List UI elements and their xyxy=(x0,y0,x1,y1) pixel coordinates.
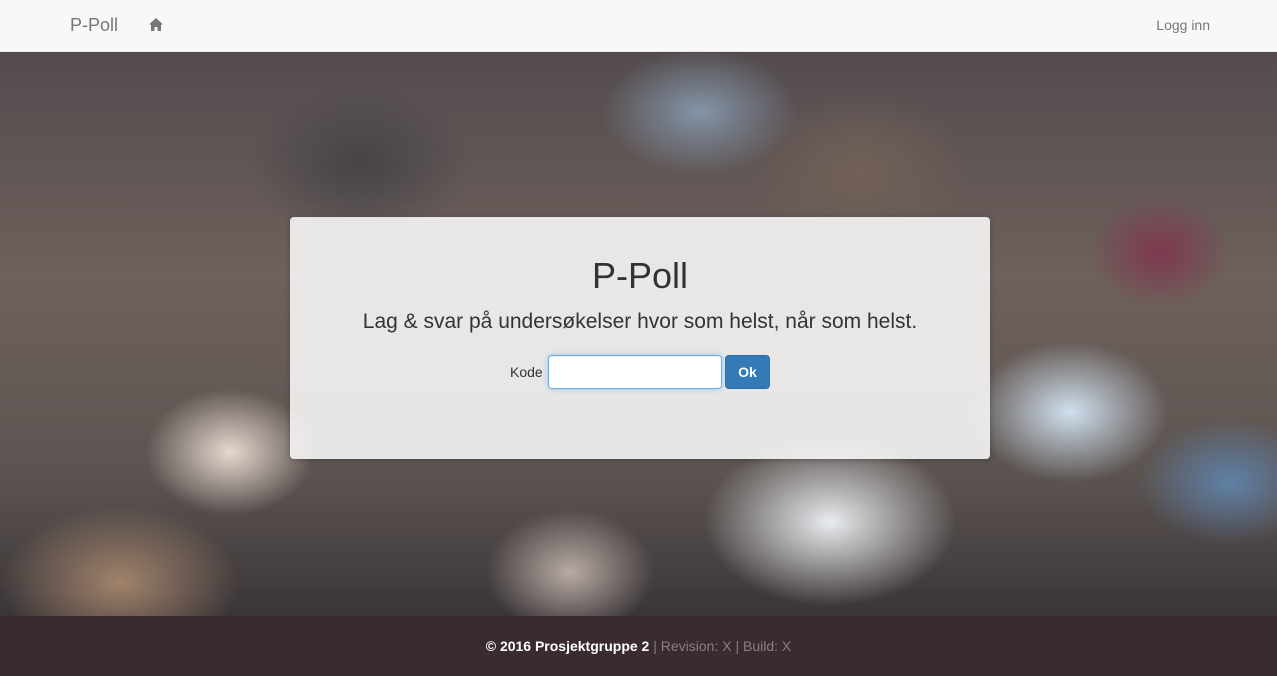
footer-separator: | xyxy=(653,638,657,654)
login-link[interactable]: Logg inn xyxy=(1156,17,1210,33)
top-navbar: P-Poll Logg inn xyxy=(0,0,1277,52)
home-icon xyxy=(149,18,163,31)
ok-button[interactable]: Ok xyxy=(725,355,770,389)
footer-separator: | xyxy=(735,638,740,654)
code-input[interactable] xyxy=(548,355,722,389)
footer-copyright: © 2016 Prosjektgruppe 2 xyxy=(485,638,650,654)
code-label: Kode xyxy=(510,364,543,380)
footer: © 2016 Prosjektgruppe 2 | Revision: X | … xyxy=(0,616,1277,676)
footer-revision: Revision: X xyxy=(660,638,732,654)
join-poll-panel: P-Poll Lag & svar på undersøkelser hvor … xyxy=(290,217,990,459)
footer-build: Build: X xyxy=(743,638,792,654)
brand-link[interactable]: P-Poll xyxy=(70,15,118,36)
tagline: Lag & svar på undersøkelser hvor som hel… xyxy=(362,310,918,333)
page-title: P-Poll xyxy=(591,255,689,296)
join-code-form: Kode Ok xyxy=(290,355,990,389)
home-link[interactable] xyxy=(147,16,165,34)
